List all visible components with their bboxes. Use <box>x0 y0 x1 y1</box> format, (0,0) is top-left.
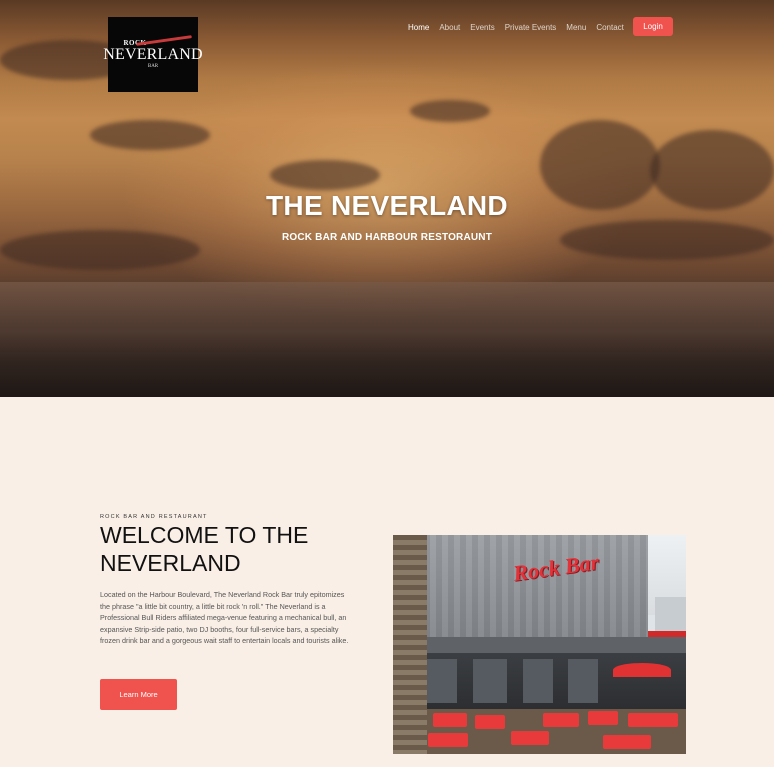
photo-seat <box>433 713 467 727</box>
nav-contact[interactable]: Contact <box>596 23 624 32</box>
venue-photo: Rock Bar <box>393 535 686 754</box>
photo-window <box>523 659 553 703</box>
photo-seat <box>475 715 505 729</box>
nav-private-events[interactable]: Private Events <box>505 23 557 32</box>
photo-seat <box>428 733 468 747</box>
hero-subtitle: ROCK BAR AND HARBOUR RESTORAUNT <box>281 232 493 243</box>
login-button[interactable]: Login <box>633 17 673 36</box>
photo-palm-trunk <box>393 535 427 754</box>
learn-more-button[interactable]: Learn More <box>100 679 177 710</box>
hero-shore <box>0 332 774 397</box>
nav-home[interactable]: Home <box>408 23 429 32</box>
photo-seat <box>588 711 618 725</box>
section-eyebrow: ROCK BAR AND RESTAURANT <box>100 514 208 520</box>
welcome-description: Located on the Harbour Boulevard, The Ne… <box>100 590 349 646</box>
nav-about[interactable]: About <box>439 23 460 32</box>
hero-section: ROCK NEVERLAND BAR Home About Events Pri… <box>0 0 774 397</box>
nav-events[interactable]: Events <box>470 23 494 32</box>
hero-title: THE NEVERLAND <box>266 190 508 221</box>
hero-cloud <box>90 120 210 150</box>
photo-window <box>427 659 457 703</box>
hero-cloud <box>270 160 380 190</box>
hero-cloud <box>410 100 490 122</box>
welcome-heading: WELCOME TO THE NEVERLAND <box>100 522 309 576</box>
photo-window <box>473 659 507 703</box>
photo-umbrella <box>613 663 671 677</box>
main-nav: Home About Events Private Events Menu Co… <box>408 18 634 36</box>
photo-seat <box>628 713 678 727</box>
photo-seat <box>603 735 651 749</box>
photo-seat <box>511 731 549 745</box>
logo-line-2: NEVERLAND <box>103 45 203 63</box>
photo-canopy <box>418 637 686 653</box>
site-logo[interactable]: ROCK NEVERLAND BAR <box>103 17 203 92</box>
photo-window <box>568 659 598 703</box>
logo-line-3: BAR <box>147 63 159 69</box>
nav-menu[interactable]: Menu <box>566 23 586 32</box>
photo-seat <box>543 713 579 727</box>
